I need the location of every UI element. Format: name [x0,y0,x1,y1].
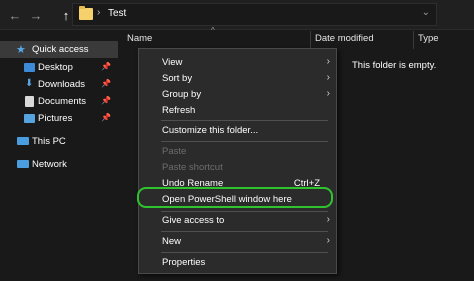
sidebar-item-this-pc[interactable]: This PC [0,133,118,150]
menu-separator [161,231,328,232]
menu-item-properties[interactable]: Properties [139,255,336,271]
arrow-up-icon: ↑ [62,7,70,23]
sidebar-item-downloads[interactable]: ⬇ Downloads 📌 [0,76,118,93]
menu-item-label: Give access to [162,215,225,226]
computer-icon [17,137,29,145]
sort-caret-icon: ^ [211,26,215,35]
star-icon: ★ [16,44,26,56]
menu-separator [161,141,328,142]
sidebar-item-network[interactable]: Network [0,156,118,173]
menu-item-give-access-to[interactable]: Give access to › [139,213,336,229]
menu-item-label: Properties [162,257,206,268]
sidebar-item-pictures[interactable]: Pictures 📌 [0,110,118,127]
breadcrumb-current[interactable]: Test [108,8,126,19]
sidebar-item-label: This PC [32,136,66,147]
folder-icon [79,6,93,20]
highlight-ring [137,187,333,208]
sidebar-item-documents[interactable]: Documents 📌 [0,93,118,110]
menu-item-label: Paste shortcut [162,162,223,173]
documents-icon [25,96,34,107]
column-divider[interactable] [413,31,414,49]
menu-item-refresh[interactable]: Refresh [139,103,336,119]
menu-item-new[interactable]: New › [139,234,336,250]
pin-icon[interactable]: 📌 [101,79,111,88]
download-icon: ⬇ [25,78,34,89]
sidebar-item-label: Desktop [38,62,73,73]
forward-button[interactable]: → [27,6,45,24]
menu-item-group-by[interactable]: Group by › [139,87,336,103]
menu-item-view[interactable]: View › [139,55,336,71]
column-header-date-modified[interactable]: Date modified [315,33,374,47]
sidebar-item-label: Downloads [38,79,85,90]
menu-item-label: Refresh [162,105,196,116]
menu-separator [161,120,328,121]
column-header-type[interactable]: Type [418,33,439,47]
pin-icon[interactable]: 📌 [101,96,111,105]
sidebar-item-label: Quick access [32,44,89,55]
arrow-left-icon: ← [8,7,22,23]
pin-icon[interactable]: 📌 [101,62,111,71]
back-button[interactable]: ← [6,6,24,24]
menu-separator [161,211,328,212]
column-header-name[interactable]: Name [127,33,152,47]
submenu-arrow-icon: › [326,88,330,99]
address-dropdown-icon[interactable]: ⌄ [422,7,430,18]
network-icon [17,160,29,168]
sidebar-item-quick-access[interactable]: ★ Quick access [0,41,118,58]
navigation-pane: ★ Quick access Desktop 📌 ⬇ Downloads 📌 D… [0,30,118,281]
context-menu: View › Sort by › Group by › Refresh Cust… [138,48,337,274]
arrow-right-icon: → [29,7,43,23]
submenu-arrow-icon: › [326,72,330,83]
menu-item-paste: Paste [139,144,336,160]
menu-item-label: Customize this folder... [162,125,259,136]
menu-item-paste-shortcut: Paste shortcut [139,160,336,176]
sidebar-item-label: Network [32,159,67,170]
menu-item-label: View [162,57,183,68]
menu-item-label: Sort by [162,73,193,84]
menu-item-label: Group by [162,89,202,100]
menu-item-label: Paste [162,146,187,157]
menu-separator [161,252,328,253]
submenu-arrow-icon: › [326,56,330,67]
empty-folder-message: This folder is empty. [352,60,437,71]
column-divider[interactable] [310,31,311,49]
sidebar-item-label: Documents [38,96,87,107]
scroll-area [465,30,474,281]
menu-item-customize-folder[interactable]: Customize this folder... [139,123,336,139]
pin-icon[interactable]: 📌 [101,113,111,122]
submenu-arrow-icon: › [326,235,330,246]
menu-item-label: New [162,236,182,247]
address-bar[interactable]: › Test ⌄ [72,3,437,26]
sidebar-item-label: Pictures [38,113,73,124]
menu-item-sort-by[interactable]: Sort by › [139,71,336,87]
submenu-arrow-icon: › [326,214,330,225]
desktop-folder-icon [24,63,35,72]
sidebar-item-desktop[interactable]: Desktop 📌 [0,59,118,76]
breadcrumb-chevron-icon[interactable]: › [97,7,100,18]
pictures-icon [24,114,35,123]
title-bar: ← → ↑ › Test ⌄ [0,0,474,30]
